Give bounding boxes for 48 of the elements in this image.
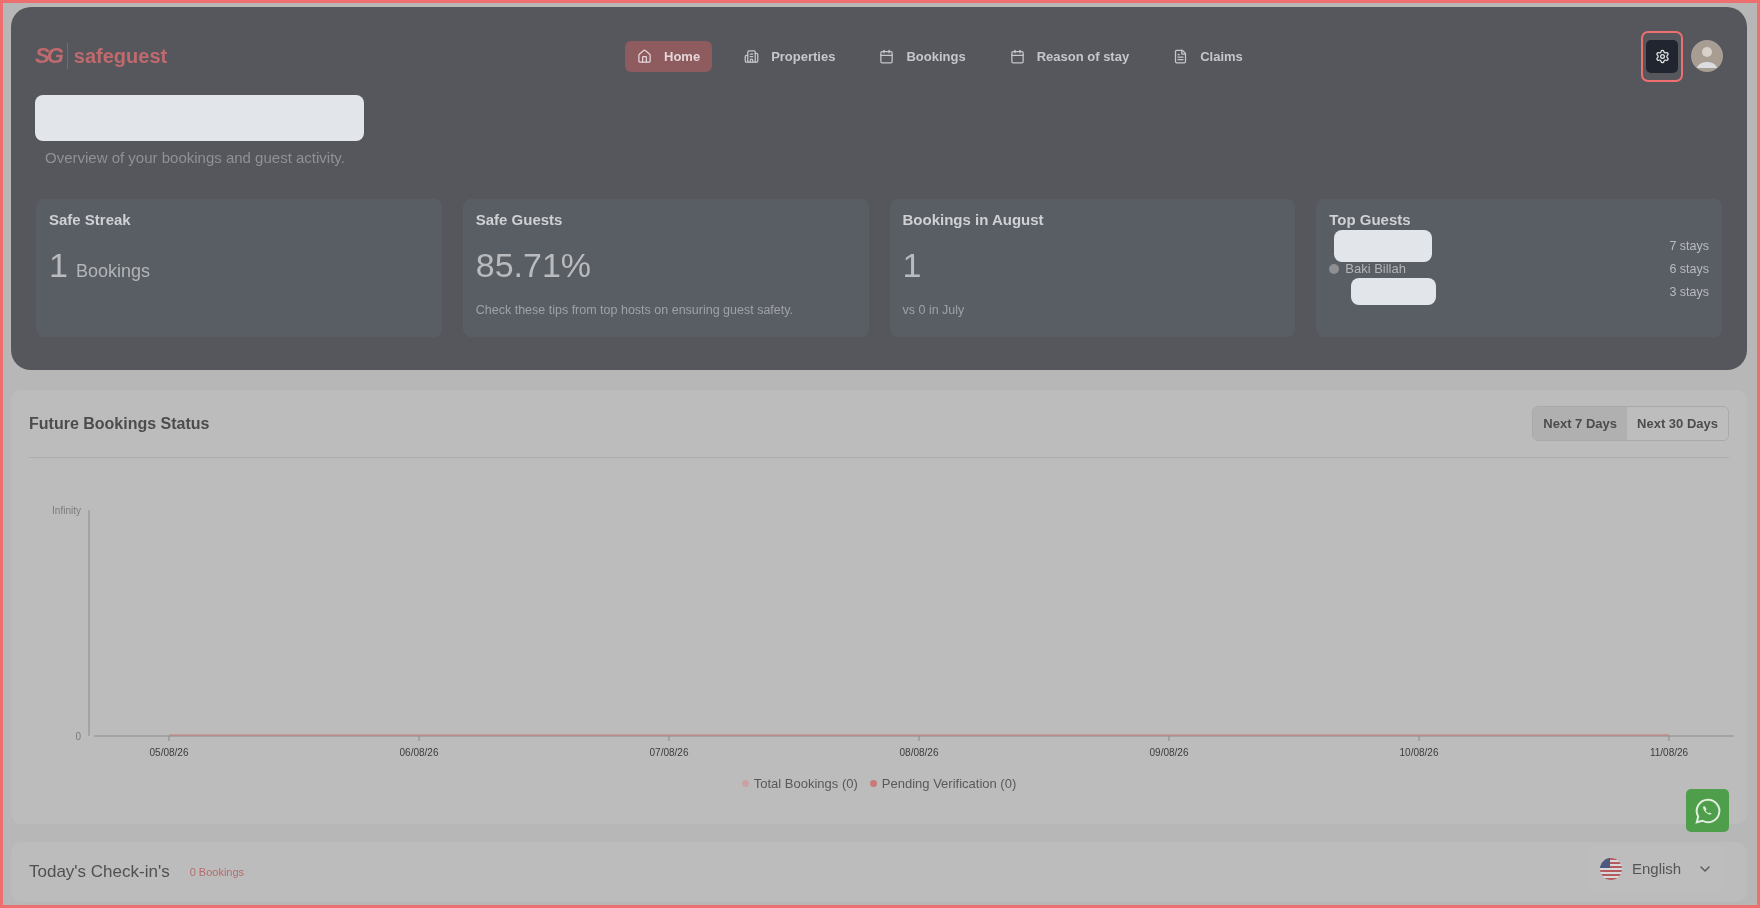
y-tick-label: Infinity [52,505,81,516]
guest-stays: 7 stays [1669,238,1709,253]
nav-tab[interactable]: Reason of stay [997,40,1142,72]
nav-tab[interactable]: Home [625,40,713,72]
settings-icon [1654,48,1670,64]
card-title: Bookings in August [902,211,1045,228]
y-tick-label: 0 [75,731,81,742]
guest-stays: 6 stays [1669,261,1709,276]
x-tick-label: 11/08/26 [1649,747,1689,758]
guest-name: Baki Billah [1345,261,1406,276]
nav-tab[interactable]: Bookings [867,40,978,72]
stat-note: vs 0 in July [902,303,966,317]
x-tick-label: 08/08/26 [899,747,939,758]
building-icon [744,48,760,64]
stat-unit: Bookings [75,261,150,282]
stat-note: Check these tips from top hosts on ensuring guest safety. [475,303,795,317]
logo-mark: SG [35,43,68,69]
calendar-icon [879,48,895,64]
booking-count: 0 Bookings [189,866,245,878]
nav-tab[interactable]: Claims [1161,40,1255,72]
legend-label: Total Bookings (0) [753,776,858,791]
x-tick-label: 06/08/26 [399,747,439,758]
x-tick-label: 10/08/26 [1399,747,1439,758]
x-tick-label: 07/08/26 [649,747,689,758]
section-title: Today's Check-in's [29,862,170,882]
card-title: Top Guests [1329,211,1412,228]
card-title: Safe Guests [475,211,564,228]
brand-name: safeguest [73,44,168,68]
card-title: Safe Streak [49,211,132,228]
chat-button[interactable] [1686,789,1729,832]
stat-value: 1 [49,246,68,285]
legend-label: Pending Verification (0) [881,776,1017,791]
section-title: Future Bookings Status [29,414,210,433]
calendar-icon [1009,48,1025,64]
flag-icon [1600,857,1622,880]
guest-stays: 3 stays [1669,284,1709,299]
document-icon [1173,48,1189,64]
x-tick-label: 09/08/26 [1149,747,1189,758]
avatar[interactable] [1691,40,1723,72]
range-tab[interactable]: Next 7 Days [1533,407,1628,440]
nav-tab[interactable]: Properties [732,40,848,72]
settings-button[interactable] [1641,30,1683,82]
stat-value: 85.71% [475,246,592,285]
x-tick-label: 05/08/26 [149,747,189,758]
home-icon [637,48,652,64]
page-subtitle: Overview of your bookings and guest activity. [45,149,346,166]
stat-value: 1 [902,246,922,285]
guest-avatar-icon [1329,263,1340,274]
